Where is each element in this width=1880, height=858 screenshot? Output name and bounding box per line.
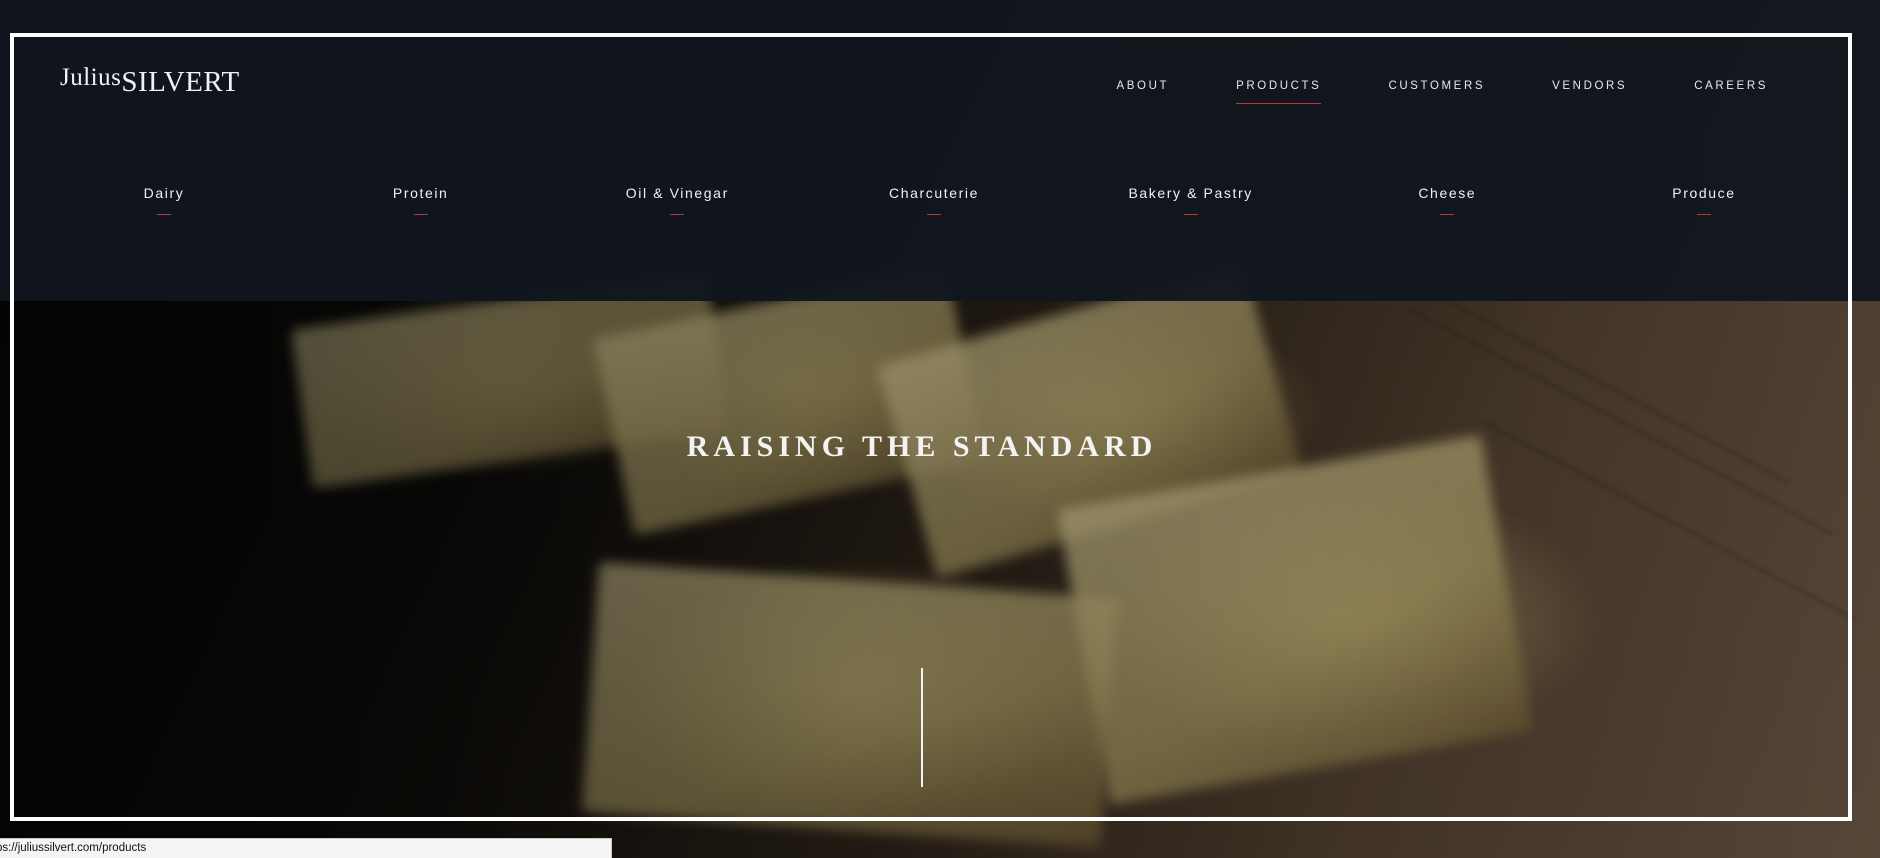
page: JuliusSILVERT ABOUT PRODUCTS CUSTOMERS V… bbox=[0, 0, 1880, 858]
submenu-item-produce[interactable]: Produce bbox=[1604, 185, 1804, 215]
logo-last-name: SILVERT bbox=[121, 66, 240, 98]
submenu-item-label: Produce bbox=[1672, 185, 1736, 201]
submenu-item-label: Charcuterie bbox=[888, 185, 979, 201]
submenu-item-dairy[interactable]: Dairy bbox=[64, 185, 264, 215]
submenu-item-label: Protein bbox=[392, 185, 449, 201]
submenu-underline bbox=[670, 214, 685, 215]
nav-item-products[interactable]: PRODUCTS bbox=[1236, 80, 1322, 104]
submenu-item-charcuterie[interactable]: Charcuterie bbox=[834, 185, 1034, 215]
logo[interactable]: JuliusSILVERT bbox=[60, 64, 240, 99]
submenu-item-bakery-pastry[interactable]: Bakery & Pastry bbox=[1091, 185, 1291, 215]
scroll-indicator-line[interactable] bbox=[921, 668, 923, 787]
browser-status-bar: ps://juliussilvert.com/products bbox=[0, 838, 612, 858]
logo-first-name: Julius bbox=[60, 64, 122, 91]
main-nav: ABOUT PRODUCTS CUSTOMERS VENDORS CAREERS bbox=[1049, 80, 1768, 104]
header-band bbox=[0, 0, 1880, 301]
submenu-item-label: Dairy bbox=[143, 185, 185, 201]
submenu-underline bbox=[1440, 214, 1455, 215]
nav-item-about[interactable]: ABOUT bbox=[1116, 80, 1169, 104]
status-bar-url: ps://juliussilvert.com/products bbox=[0, 842, 147, 854]
submenu-item-protein[interactable]: Protein bbox=[321, 185, 521, 215]
submenu-underline bbox=[157, 214, 171, 215]
submenu-underline bbox=[1696, 214, 1711, 215]
nav-item-careers[interactable]: CAREERS bbox=[1694, 80, 1768, 104]
nav-item-customers[interactable]: CUSTOMERS bbox=[1388, 80, 1485, 104]
submenu-item-label: Bakery & Pastry bbox=[1128, 185, 1253, 201]
products-submenu: Dairy Protein Oil & Vinegar Charcuterie … bbox=[64, 185, 1804, 215]
submenu-underline bbox=[413, 214, 428, 215]
nav-item-vendors[interactable]: VENDORS bbox=[1552, 80, 1627, 104]
submenu-underline bbox=[1183, 214, 1198, 215]
submenu-item-label: Oil & Vinegar bbox=[625, 185, 729, 201]
submenu-item-cheese[interactable]: Cheese bbox=[1347, 185, 1547, 215]
submenu-underline bbox=[926, 214, 941, 215]
submenu-item-label: Cheese bbox=[1418, 185, 1477, 201]
hero-title: RAISING THE STANDARD bbox=[686, 430, 1158, 464]
submenu-item-oil-vinegar[interactable]: Oil & Vinegar bbox=[577, 185, 777, 215]
